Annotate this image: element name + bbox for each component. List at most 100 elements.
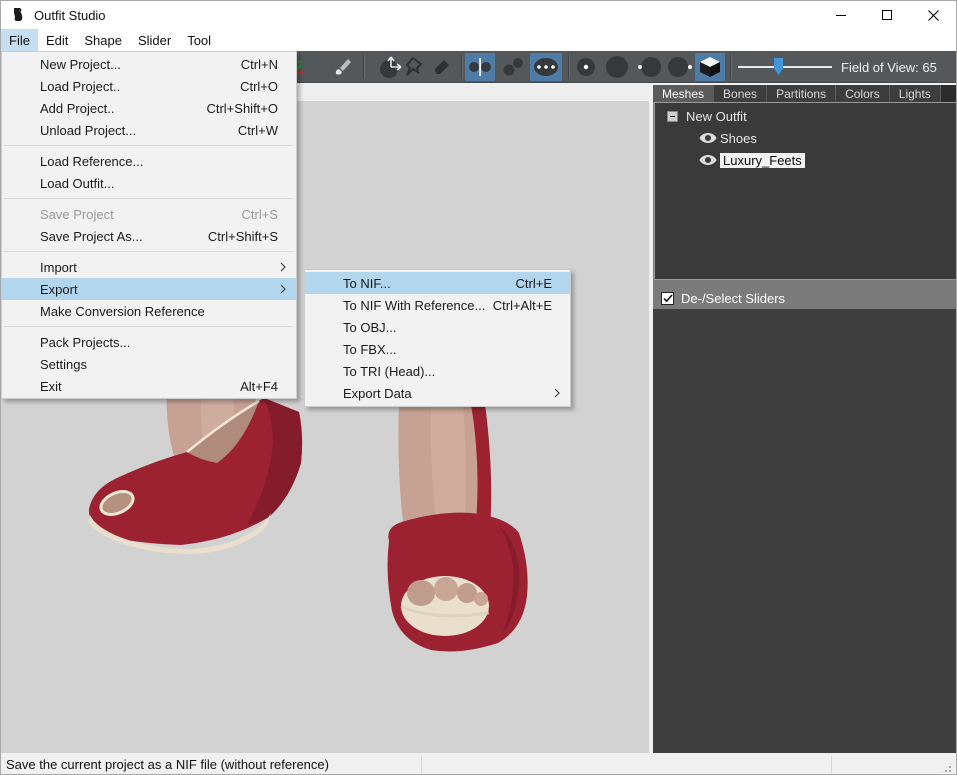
menubar-edit[interactable]: Edit bbox=[38, 29, 76, 51]
close-button[interactable] bbox=[910, 1, 956, 29]
submenu-item-to-nif[interactable]: To NIF... Ctrl+E bbox=[305, 272, 570, 294]
brush-size-small-icon bbox=[574, 55, 598, 79]
menubar-file[interactable]: File bbox=[1, 29, 38, 51]
menu-separator bbox=[4, 326, 294, 327]
tab-partitions-label: Partitions bbox=[776, 87, 826, 101]
brush-strength-left-button[interactable] bbox=[634, 53, 664, 81]
menubar-slider-label: Slider bbox=[138, 33, 171, 48]
menu-item-new-project[interactable]: New Project... Ctrl+N bbox=[2, 53, 296, 75]
brush-size-large-button[interactable] bbox=[602, 53, 632, 81]
connected-vertices-toggle-button[interactable] bbox=[498, 53, 528, 81]
deselect-sliders-checkbox[interactable] bbox=[661, 292, 674, 305]
menu-item-load-reference[interactable]: Load Reference... bbox=[2, 150, 296, 172]
menu-item-label: Make Conversion Reference bbox=[40, 304, 205, 319]
visibility-eye-icon bbox=[699, 154, 717, 166]
pin-tool-button[interactable] bbox=[399, 53, 425, 81]
minimize-button[interactable] bbox=[818, 1, 864, 29]
tree-item-luxury-feets[interactable]: Luxury_Feets bbox=[699, 151, 956, 169]
title-bar: Outfit Studio bbox=[1, 1, 956, 29]
toolbar-separator bbox=[730, 55, 731, 79]
sliders-header-label: De-/Select Sliders bbox=[681, 291, 785, 306]
brush-strength-left-icon bbox=[635, 55, 663, 79]
tab-meshes[interactable]: Meshes bbox=[653, 85, 714, 102]
status-bar: Save the current project as a NIF file (… bbox=[1, 753, 956, 775]
menu-item-make-conversion-reference[interactable]: Make Conversion Reference bbox=[2, 300, 296, 322]
maximize-button[interactable] bbox=[864, 1, 910, 29]
submenu-arrow-icon bbox=[280, 284, 286, 294]
menu-item-import[interactable]: Import bbox=[2, 256, 296, 278]
menu-item-label: Load Project.. bbox=[40, 79, 120, 94]
menu-item-settings[interactable]: Settings bbox=[2, 353, 296, 375]
submenu-item-export-data[interactable]: Export Data bbox=[305, 382, 570, 404]
submenu-item-to-nif-with-reference[interactable]: To NIF With Reference... Ctrl+Alt+E bbox=[305, 294, 570, 316]
menubar-shape-label: Shape bbox=[84, 33, 122, 48]
left-shoe bbox=[88, 384, 302, 554]
brush-icon bbox=[332, 56, 354, 78]
resize-grip[interactable] bbox=[940, 761, 953, 774]
sliders-panel[interactable] bbox=[653, 309, 957, 753]
connected-vertices-icon bbox=[500, 55, 526, 79]
tab-partitions[interactable]: Partitions bbox=[767, 85, 836, 102]
tab-colors[interactable]: Colors bbox=[836, 85, 890, 102]
brush-size-small-button[interactable] bbox=[572, 53, 600, 81]
menu-item-save-project: Save Project Ctrl+S bbox=[2, 203, 296, 225]
menu-item-exit[interactable]: Exit Alt+F4 bbox=[2, 375, 296, 397]
menu-item-shortcut: Ctrl+Shift+S bbox=[208, 229, 286, 244]
slider-thumb[interactable] bbox=[774, 58, 783, 75]
textured-cube-icon bbox=[697, 54, 723, 80]
menu-item-shortcut: Ctrl+O bbox=[240, 79, 286, 94]
menu-item-pack-projects[interactable]: Pack Projects... bbox=[2, 331, 296, 353]
menu-item-add-project[interactable]: Add Project.. Ctrl+Shift+O bbox=[2, 97, 296, 119]
tab-bones-label: Bones bbox=[723, 87, 757, 101]
field-of-view-label: Field of View: 65 bbox=[841, 51, 937, 83]
pencil-tool-button[interactable] bbox=[429, 53, 455, 81]
brush-strength-right-icon bbox=[666, 55, 694, 79]
pin-icon bbox=[401, 56, 423, 78]
sliders-header-bar: De-/Select Sliders bbox=[653, 287, 957, 309]
field-of-view-slider[interactable] bbox=[738, 51, 832, 83]
brush-button[interactable] bbox=[329, 53, 357, 81]
tab-colors-label: Colors bbox=[845, 87, 880, 101]
mirror-toggle-icon bbox=[467, 55, 493, 79]
menu-separator bbox=[4, 251, 294, 252]
mirror-toggle-button[interactable] bbox=[465, 53, 495, 81]
submenu-item-to-fbx[interactable]: To FBX... bbox=[305, 338, 570, 360]
toolbar-separator bbox=[363, 55, 364, 79]
brush-strength-right-button[interactable] bbox=[665, 53, 695, 81]
tab-bones[interactable]: Bones bbox=[714, 85, 767, 102]
menu-item-label: Exit bbox=[40, 379, 62, 394]
menu-item-export[interactable]: Export bbox=[2, 278, 296, 300]
menu-item-shortcut: Ctrl+W bbox=[238, 123, 286, 138]
visibility-eye-icon bbox=[699, 132, 717, 144]
tree-root-label: New Outfit bbox=[686, 109, 747, 124]
tree-item-shoes-label: Shoes bbox=[720, 131, 757, 146]
submenu-item-to-obj[interactable]: To OBJ... bbox=[305, 316, 570, 338]
menu-item-label: Settings bbox=[40, 357, 87, 372]
submenu-arrow-icon bbox=[280, 262, 286, 272]
textured-view-toggle-button[interactable] bbox=[695, 53, 725, 81]
checkmark-icon bbox=[663, 294, 673, 303]
menu-item-unload-project[interactable]: Unload Project... Ctrl+W bbox=[2, 119, 296, 141]
menubar-tool[interactable]: Tool bbox=[179, 29, 219, 51]
menubar-shape[interactable]: Shape bbox=[76, 29, 130, 51]
menu-item-save-project-as[interactable]: Save Project As... Ctrl+Shift+S bbox=[2, 225, 296, 247]
submenu-arrow-icon bbox=[554, 388, 560, 398]
submenu-item-to-tri-head[interactable]: To TRI (Head)... bbox=[305, 360, 570, 382]
tab-lights[interactable]: Lights bbox=[890, 85, 941, 102]
tree-root-new-outfit[interactable]: New Outfit bbox=[655, 107, 956, 125]
menu-item-label: Export bbox=[40, 282, 78, 297]
menu-item-label: New Project... bbox=[40, 57, 121, 72]
tree-item-shoes[interactable]: Shoes bbox=[699, 129, 956, 147]
slider-track[interactable] bbox=[738, 66, 832, 68]
menu-item-load-outfit[interactable]: Load Outfit... bbox=[2, 172, 296, 194]
menubar-slider[interactable]: Slider bbox=[130, 29, 179, 51]
window-title: Outfit Studio bbox=[34, 8, 106, 23]
toolbar-separator bbox=[568, 55, 569, 79]
menu-item-label: Load Outfit... bbox=[40, 176, 114, 191]
tab-lights-label: Lights bbox=[899, 87, 931, 101]
global-brush-toggle-button[interactable] bbox=[530, 53, 562, 81]
menu-item-label: Save Project bbox=[40, 207, 114, 222]
menu-item-label: To NIF... bbox=[343, 276, 391, 291]
menu-item-load-project[interactable]: Load Project.. Ctrl+O bbox=[2, 75, 296, 97]
collapse-expander-icon[interactable] bbox=[667, 111, 678, 122]
